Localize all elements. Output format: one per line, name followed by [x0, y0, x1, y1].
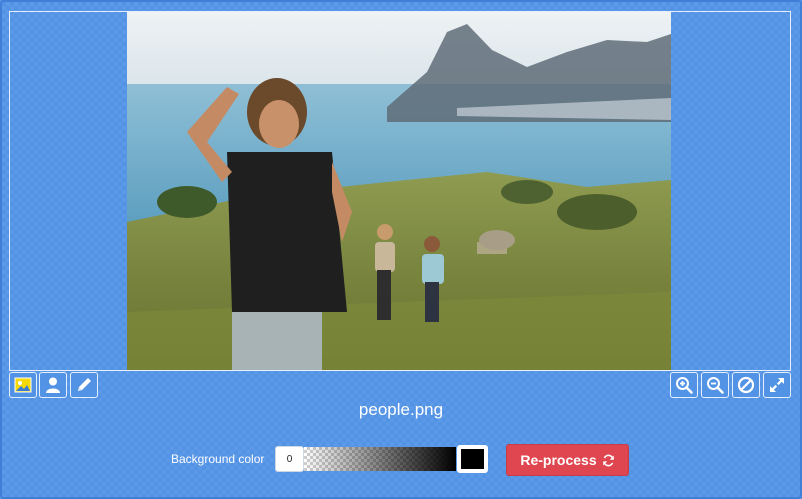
- image-preview: [127, 12, 671, 370]
- fullscreen-button[interactable]: [763, 372, 791, 398]
- pencil-icon: [78, 378, 91, 391]
- background-color-label: Background color: [171, 452, 265, 466]
- background-color-swatch[interactable]: [457, 445, 488, 473]
- image-icon: [14, 377, 32, 393]
- reset-button[interactable]: [732, 372, 760, 398]
- zoom-in-button[interactable]: [670, 372, 698, 398]
- background-slider[interactable]: [304, 447, 456, 471]
- zoom-out-icon: [707, 377, 724, 394]
- reprocess-button[interactable]: Re-process: [506, 444, 629, 476]
- zoom-in-icon: [676, 377, 693, 394]
- reprocess-label: Re-process: [520, 452, 597, 468]
- image-filename: people.png: [358, 400, 444, 419]
- person-icon: [46, 377, 60, 393]
- swatch-fill: [461, 449, 484, 469]
- ban-icon: [737, 376, 755, 394]
- expand-icon: [770, 378, 784, 392]
- person-icon-button[interactable]: [39, 372, 67, 398]
- image-icon-button[interactable]: [9, 372, 37, 398]
- refresh-icon: [602, 454, 614, 466]
- background-value-field[interactable]: 0: [275, 446, 304, 472]
- zoom-out-button[interactable]: [701, 372, 729, 398]
- pencil-icon-button[interactable]: [70, 372, 98, 398]
- people-photo: [127, 12, 671, 370]
